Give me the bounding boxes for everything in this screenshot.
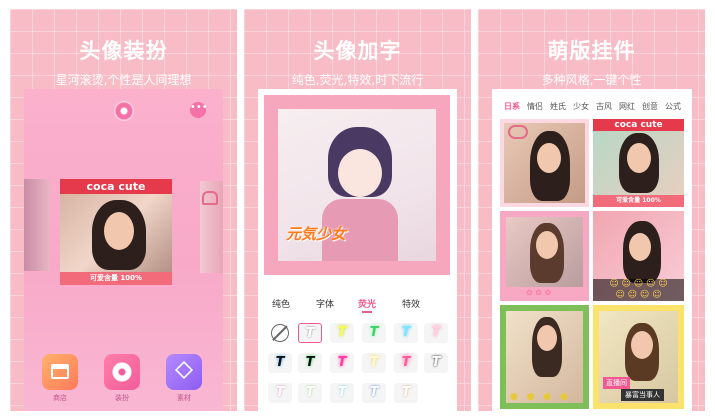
- bow-icon: [202, 191, 218, 205]
- avatar-photo: [60, 194, 172, 272]
- phone-screen: 元気少女 纯色 字体 荧光 特效 T T T T T T T T T T T T…: [258, 89, 457, 411]
- panel-title: 头像装扮: [79, 39, 168, 63]
- pendant-item[interactable]: ☺ ☺ ☺ ☺ ☺ ☺ ☺ ☺ ☺: [593, 211, 684, 301]
- pendant-item[interactable]: ✿ ✿ ✿: [500, 211, 589, 301]
- no-effect-icon[interactable]: [268, 323, 292, 343]
- pendant-item[interactable]: 直播间 暴富当事人: [593, 305, 684, 409]
- pendant-item[interactable]: coca cute 可爱含量 100%: [593, 119, 684, 207]
- effect-option[interactable]: T: [298, 323, 322, 343]
- effect-option[interactable]: T: [268, 383, 292, 403]
- effect-option[interactable]: T: [394, 323, 418, 343]
- pendant-item[interactable]: ● ● ● ●: [500, 305, 589, 409]
- pendant-item[interactable]: [500, 119, 589, 207]
- category-tab[interactable]: 情侣: [527, 101, 543, 112]
- panel-title: 头像加字: [313, 39, 402, 63]
- avocado-strip: ● ● ● ●: [510, 392, 571, 402]
- pendant-caption: 可爱含量 100%: [593, 195, 684, 207]
- effect-option[interactable]: T: [298, 353, 322, 373]
- carousel-photo-right[interactable]: [200, 181, 223, 273]
- live-tag: 直播间: [603, 377, 630, 389]
- effect-option[interactable]: T: [362, 383, 386, 403]
- decorate-button[interactable]: [104, 354, 140, 390]
- phone-screen: 日系 情侣 姓氏 少女 古风 网红 创意 公式 coca cute 可爱含量 1…: [492, 89, 692, 411]
- effect-option[interactable]: T: [424, 353, 448, 373]
- effect-option[interactable]: T: [298, 383, 322, 403]
- panel-subtitle: 多种风格,一键个性: [541, 73, 642, 87]
- panel-subtitle: 纯色,荧光,特效,时下流行: [291, 73, 424, 87]
- materials-label: 素材: [177, 394, 191, 402]
- panel-subtitle: 星河滚烫,个性是人间理想: [55, 73, 192, 87]
- promo-panel-avatar-text: 头像加字 纯色,荧光,特效,时下流行 元気少女 纯色 字体 荧光 特效 T T …: [244, 9, 471, 411]
- effect-option[interactable]: T: [394, 383, 418, 403]
- donut-icon: [114, 101, 134, 121]
- decorate-label: 装扮: [115, 394, 129, 402]
- effect-option[interactable]: T: [330, 323, 354, 343]
- emoji-strip: ☺ ☺ ☺ ☺ ☺ ☺ ☺ ☺ ☺: [593, 279, 684, 301]
- category-tab[interactable]: 网红: [619, 101, 635, 112]
- pendant-banner: coca cute: [593, 119, 684, 131]
- flowers-icon: ✿ ✿ ✿: [526, 288, 552, 297]
- category-tab[interactable]: 少女: [573, 101, 589, 112]
- panel-title: 萌版挂件: [547, 39, 636, 63]
- donut-icon: [112, 362, 132, 382]
- promo-panel-avatar-decor: 头像装扮 星河滚烫,个性是人间理想 ••• coca cute 可爱含量 100…: [10, 9, 237, 411]
- more-horizontal-icon[interactable]: •••: [190, 102, 208, 118]
- category-tab[interactable]: 古风: [596, 101, 612, 112]
- avatar-card[interactable]: coca cute 可爱含量 100%: [60, 179, 172, 285]
- category-tab[interactable]: 创意: [642, 101, 658, 112]
- layers-icon: [174, 360, 194, 380]
- effect-option[interactable]: T: [330, 353, 354, 373]
- tab-neon-underline: [362, 311, 372, 313]
- name-tag: 暴富当事人: [621, 389, 664, 401]
- tab-solid[interactable]: 纯色: [272, 297, 290, 310]
- shop-button[interactable]: [42, 354, 78, 390]
- tab-font[interactable]: 字体: [316, 297, 334, 310]
- materials-button[interactable]: [166, 354, 202, 390]
- tab-effects[interactable]: 特效: [402, 297, 420, 310]
- overlay-text: 元気少女: [286, 225, 347, 243]
- phone-screen: ••• coca cute 可爱含量 100% 商店 装扮 素材: [24, 89, 223, 411]
- tab-neon[interactable]: 荧光: [358, 297, 376, 310]
- category-tab[interactable]: 姓氏: [550, 101, 566, 112]
- carousel-photo-left[interactable]: [24, 179, 50, 271]
- promo-panel-pendants: 萌版挂件 多种风格,一键个性 日系 情侣 姓氏 少女 古风 网红 创意 公式 c…: [478, 9, 705, 411]
- effect-option[interactable]: T: [362, 323, 386, 343]
- bow-icon: [508, 125, 528, 139]
- photo-frame: 元気少女: [264, 95, 450, 275]
- effect-option[interactable]: T: [330, 383, 354, 403]
- effect-option[interactable]: T: [424, 323, 448, 343]
- card-caption: 可爱含量 100%: [60, 272, 172, 285]
- edited-photo[interactable]: 元気少女: [278, 109, 436, 261]
- effect-option[interactable]: T: [394, 353, 418, 373]
- effect-option[interactable]: T: [362, 353, 386, 373]
- effect-option[interactable]: T: [268, 353, 292, 373]
- shop-label: 商店: [53, 394, 67, 402]
- category-tab[interactable]: 日系: [504, 101, 520, 112]
- shop-icon: [51, 364, 69, 379]
- card-banner: coca cute: [60, 179, 172, 194]
- category-tab[interactable]: 公式: [665, 101, 681, 112]
